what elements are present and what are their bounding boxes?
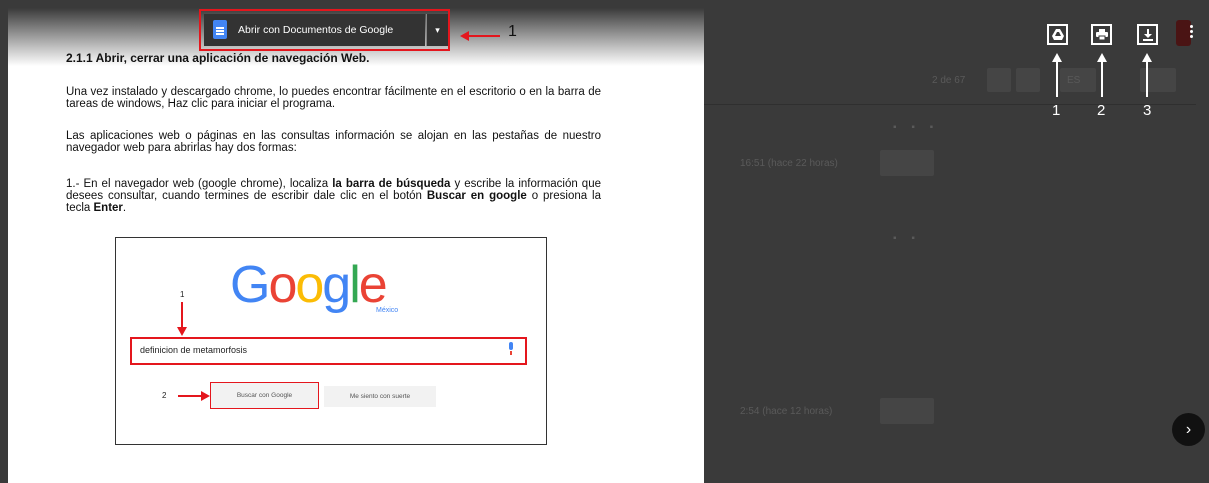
microphone-icon	[509, 342, 513, 355]
logo-letter: e	[358, 256, 388, 314]
chevron-right-icon: ›	[1185, 420, 1192, 438]
callout-number-print: 2	[1097, 102, 1106, 119]
open-with-docs-button[interactable]: Abrir con Documentos de Google	[204, 14, 425, 46]
open-with-label: Abrir con Documentos de Google	[238, 24, 394, 36]
attachment-icons: ▪ ▪	[893, 233, 921, 244]
p3-bold-search-bar: la barra de búsqueda	[332, 178, 451, 190]
p3-bold-search-button: Buscar en google	[426, 190, 527, 202]
region-label: México	[376, 307, 399, 314]
figure-search-button: Buscar con Google	[210, 382, 319, 409]
email-icons: ▪ ▪ ▪	[893, 122, 940, 133]
email-time-1: 16:51 (hace 22 horas)	[740, 158, 838, 169]
callout-number-open: 1	[508, 23, 517, 40]
callout-arrow-head	[460, 31, 469, 41]
figure-arrow-1-head	[177, 327, 187, 336]
account-badge	[1176, 20, 1191, 46]
callout-arrow-download-line	[1146, 61, 1148, 97]
printer-icon	[1095, 29, 1108, 40]
logo-letter: o	[295, 256, 324, 314]
p3-text-a: 1.- En el navegador web (google chrome),…	[66, 178, 333, 190]
add-to-drive-button[interactable]	[1047, 24, 1068, 45]
lang-text: ES	[1067, 75, 1081, 86]
google-logo: Google	[230, 255, 388, 315]
pager-text: 2 de 67	[932, 75, 966, 86]
download-button[interactable]	[1137, 24, 1158, 45]
figure-search-value: definicion de metamorfosis	[140, 345, 248, 355]
google-docs-icon	[213, 20, 227, 39]
paragraph-2: Las aplicaciones web o páginas en las co…	[66, 130, 601, 154]
divider	[704, 104, 1196, 105]
figure-label-2: 2	[162, 391, 167, 400]
callout-number-download: 3	[1143, 102, 1152, 119]
logo-letter: l	[349, 256, 360, 314]
drive-icon	[1051, 29, 1064, 40]
p3-text-g: .	[122, 202, 127, 214]
print-button[interactable]	[1091, 24, 1112, 45]
figure-label-1: 1	[180, 290, 185, 299]
more-options-icon[interactable]	[1190, 25, 1193, 28]
email-time-2: 2:54 (hace 12 horas)	[740, 406, 833, 417]
paragraph-3: 1.- En el navegador web (google chrome),…	[66, 178, 601, 214]
figure-arrow-2-head	[201, 391, 210, 401]
callout-number-drive: 1	[1052, 102, 1061, 119]
open-with-dropdown-button[interactable]: ▾	[426, 14, 448, 46]
reply-button-1	[880, 150, 934, 176]
prev-button	[987, 68, 1011, 92]
callout-arrow-print-line	[1101, 61, 1103, 97]
download-icon	[1142, 28, 1153, 41]
logo-letter: G	[230, 256, 270, 314]
reply-button-2	[880, 398, 934, 424]
figure-lucky-button: Me siento con suerte	[324, 386, 436, 407]
section-heading: 2.1.1 Abrir, cerrar una aplicación de na…	[66, 51, 370, 65]
next-file-button[interactable]: ›	[1172, 413, 1205, 446]
next-page-button	[1016, 68, 1040, 92]
p3-bold-enter: Enter	[93, 202, 123, 214]
callout-arrow-line	[468, 35, 500, 37]
figure-arrow-1-line	[181, 302, 183, 328]
logo-letter: o	[268, 256, 297, 314]
logo-letter: g	[322, 256, 351, 314]
paragraph-1: Una vez instalado y descargado chrome, l…	[66, 86, 601, 110]
figure-arrow-2-line	[178, 395, 202, 397]
callout-arrow-drive-line	[1056, 61, 1058, 97]
